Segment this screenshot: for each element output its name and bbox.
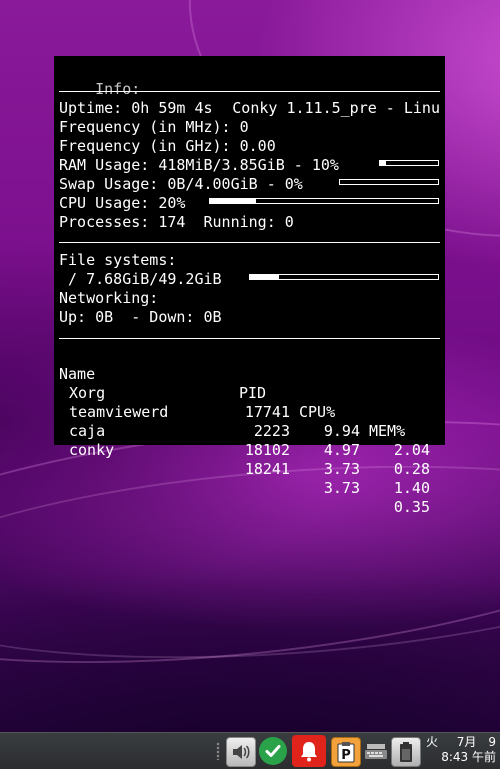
process-pid: 18241	[244, 460, 290, 478]
table-row: conky 18241 3.73 0.35	[59, 422, 440, 516]
divider	[59, 338, 440, 339]
process-mem: 2.04	[393, 441, 430, 459]
process-cpu: 4.97	[323, 441, 360, 459]
cpu-usage-bar-fill	[210, 199, 256, 203]
file-systems-label: File systems:	[59, 251, 177, 269]
checkmark-icon[interactable]	[259, 737, 287, 765]
ram-usage-bar	[379, 160, 439, 166]
swap-usage-bar	[339, 179, 439, 185]
frequency-ghz-line: Frequency (in GHz): 0.00	[59, 137, 276, 155]
keyboard-icon[interactable]	[362, 737, 390, 765]
process-cpu: 3.73	[323, 479, 360, 497]
volume-icon[interactable]	[226, 737, 256, 767]
filesystem-root-bar	[249, 274, 439, 280]
process-table-header: Name PID CPU% MEM%	[59, 346, 440, 440]
svg-text:P: P	[341, 748, 351, 763]
clock-day: 火	[426, 735, 439, 749]
uptime-line: Uptime: 0h 59m 4s	[59, 99, 213, 117]
process-pid: 18102	[244, 441, 290, 459]
process-mem: 1.40	[393, 479, 430, 497]
clock-time: 8:43 午前	[441, 750, 496, 764]
filesystem-root-bar-fill	[250, 275, 280, 279]
table-row: teamviewerd 2223 4.97 0.28	[59, 384, 440, 478]
process-cpu: 3.73	[323, 460, 360, 478]
divider	[59, 91, 440, 92]
table-row: Xorg 17741 9.94 2.04	[59, 365, 440, 459]
conky-widget: Info: Conky 1.11.5_pre - Linu Uptime: 0h…	[54, 56, 445, 516]
divider	[59, 242, 440, 243]
notification-bell-icon[interactable]	[292, 735, 326, 767]
clock-date: 7月 9	[456, 735, 496, 749]
table-row: caja 18102 3.73 1.40	[59, 403, 440, 497]
panel-drag-handle[interactable]	[216, 742, 220, 760]
processes-line: Processes: 174 Running: 0	[59, 213, 294, 231]
info-row: Info: Conky 1.11.5_pre - Linu	[59, 61, 440, 117]
process-mem: 0.28	[393, 460, 430, 478]
clock[interactable]: 火 7月 9 8:43 午前	[426, 735, 496, 765]
cpu-usage-bar	[209, 198, 439, 204]
process-mem: 0.35	[393, 498, 430, 516]
frequency-mhz-line: Frequency (in MHz): 0	[59, 118, 249, 136]
taskbar: P 火 7月 9 8:43 午前	[0, 732, 500, 769]
ram-usage-bar-fill	[380, 161, 386, 165]
process-name: conky	[69, 441, 115, 459]
info-label: Info:	[95, 80, 141, 98]
clipboard-icon[interactable]: P	[331, 737, 361, 767]
network-up-down-line: Up: 0B - Down: 0B	[59, 308, 222, 326]
battery-icon[interactable]	[391, 737, 421, 767]
networking-label: Networking:	[59, 289, 159, 307]
